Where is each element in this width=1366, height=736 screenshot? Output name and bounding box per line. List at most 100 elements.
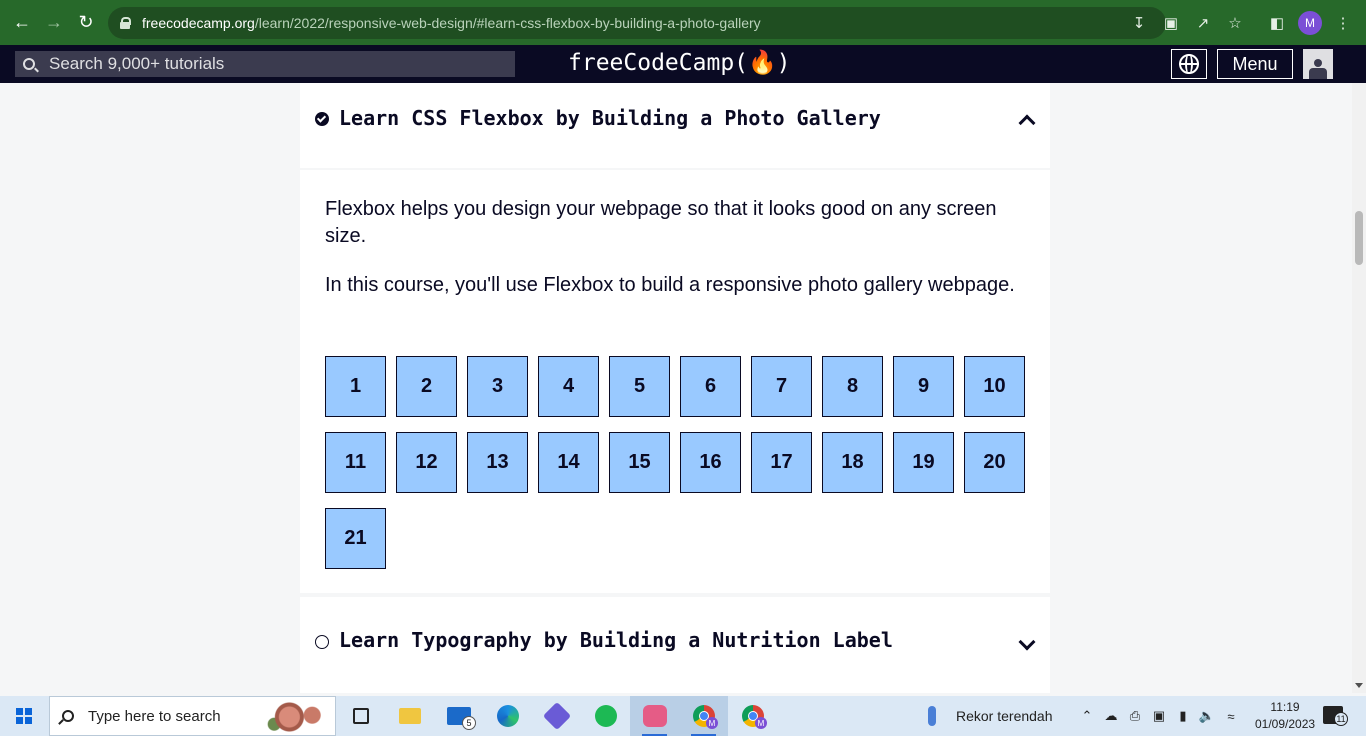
fcc-logo[interactable]: freeCodeCamp(🔥) [568,49,791,76]
globe-icon [1179,54,1199,74]
page-scrollbar[interactable] [1352,83,1366,693]
side-panel-icon[interactable]: ◧ [1266,12,1288,34]
taskbar-search[interactable]: Type here to search [49,696,336,736]
step-button[interactable]: 15 [609,432,670,493]
step-button[interactable]: 8 [822,356,883,417]
address-bar[interactable]: freecodecamp.org/learn/2022/responsive-w… [108,7,1166,39]
completed-check-icon [315,112,329,126]
step-button[interactable]: 12 [396,432,457,493]
course-description-2: In this course, you'll use Flexbox to bu… [325,274,1015,296]
profile-avatar[interactable]: M [1298,11,1322,35]
step-button[interactable]: 7 [751,356,812,417]
course-header-flexbox[interactable]: Learn CSS Flexbox by Building a Photo Ga… [300,83,1050,168]
notification-count: 11 [1334,712,1348,726]
mail-button[interactable]: 5 [434,696,483,736]
windows-logo-icon [16,708,32,724]
translate-icon[interactable]: ▣ [1160,12,1182,34]
language-button[interactable] [1171,49,1207,79]
scroll-down-arrow-icon[interactable] [1355,683,1363,688]
volume-icon[interactable]: 🔈 [1198,707,1216,725]
fcc-navbar: Search 9,000+ tutorials freeCodeCamp(🔥) … [0,45,1366,83]
edge-icon [496,705,519,727]
spotify-button[interactable] [581,696,630,736]
scrollbar-thumb[interactable] [1355,211,1363,265]
step-button[interactable]: 13 [467,432,528,493]
chrome-profile-badge: M [706,717,718,729]
system-tray: ⌃ ☁ ⎙ ▣ ▮ 🔈 ≈ [1078,696,1240,736]
search-icon [23,58,35,70]
taskbar-search-placeholder: Type here to search [88,707,221,725]
incomplete-circle-icon [315,635,329,649]
step-button[interactable]: 14 [538,432,599,493]
bookmark-star-icon[interactable]: ☆ [1224,12,1246,34]
task-view-button[interactable] [336,696,385,736]
chrome-button-1[interactable]: M [679,696,728,736]
lock-icon [120,17,131,29]
mail-badge: 5 [462,716,476,730]
forward-arrow-icon[interactable]: → [38,7,70,39]
step-button[interactable]: 6 [680,356,741,417]
step-button[interactable]: 3 [467,356,528,417]
thermometer-icon [928,706,936,726]
game-app-button[interactable] [630,696,679,736]
step-button[interactable]: 16 [680,432,741,493]
cloud-icon[interactable]: ☁ [1102,707,1120,725]
reload-icon[interactable]: ↻ [70,7,102,39]
game-app-icon [642,705,667,727]
search-placeholder: Search 9,000+ tutorials [49,54,225,73]
url-domain: freecodecamp.org [142,15,255,31]
wifi-icon[interactable]: ≈ [1222,707,1240,725]
usb-icon[interactable]: ⎙ [1126,707,1144,725]
step-button[interactable]: 18 [822,432,883,493]
folder-icon [398,708,421,724]
back-arrow-icon[interactable]: ← [6,7,38,39]
course-header-typography[interactable]: Learn Typography by Building a Nutrition… [300,597,1050,693]
search-highlight-image [259,699,335,735]
user-avatar-button[interactable] [1303,49,1333,79]
cube-app-icon [542,701,571,731]
step-grid: 1 2 3 4 5 6 7 8 9 10 11 12 13 14 15 16 17 18 19 20 21 [325,356,1035,569]
step-button[interactable]: 19 [893,432,954,493]
edge-button[interactable] [483,696,532,736]
url-path: /learn/2022/responsive-web-design/#learn… [254,15,761,31]
step-button[interactable]: 1 [325,356,386,417]
step-button[interactable]: 17 [751,432,812,493]
chevron-down-icon [1018,633,1036,651]
clock-time: 11:19 [1270,700,1300,714]
battery-icon[interactable]: ▮ [1174,707,1192,725]
search-input[interactable]: Search 9,000+ tutorials [15,51,515,77]
main-content: Learn CSS Flexbox by Building a Photo Ga… [0,83,1352,693]
share-icon[interactable]: ↗ [1192,12,1214,34]
chrome-button-2[interactable]: M [728,696,777,736]
step-button[interactable]: 4 [538,356,599,417]
step-button[interactable]: 2 [396,356,457,417]
clock-date: 01/09/2023 [1255,717,1316,731]
menu-button[interactable]: Menu [1217,49,1293,79]
step-button[interactable]: 21 [325,508,386,569]
browser-toolbar: ← → ↻ freecodecamp.org/learn/2022/respon… [0,0,1366,45]
kebab-menu-icon[interactable]: ⋮ [1332,12,1354,34]
spotify-icon [594,705,617,727]
task-view-icon [352,708,369,724]
taskbar-apps: 5 M M [336,696,777,736]
weather-widget[interactable]: Rekor terendah [928,696,1053,736]
download-icon[interactable]: ↧ [1128,12,1150,34]
course-title: Learn CSS Flexbox by Building a Photo Ga… [339,106,881,130]
display-icon[interactable]: ▣ [1150,707,1168,725]
clock[interactable]: 11:19 01/09/2023 [1255,699,1315,733]
course-title: Learn Typography by Building a Nutrition… [339,628,893,652]
step-button[interactable]: 9 [893,356,954,417]
step-button[interactable]: 20 [964,432,1025,493]
chevron-up-icon [1018,114,1036,132]
weather-text: Rekor terendah [956,708,1053,724]
user-icon [1309,59,1327,79]
step-button[interactable]: 5 [609,356,670,417]
step-button[interactable]: 11 [325,432,386,493]
chevron-up-icon[interactable]: ⌃ [1078,707,1096,725]
chrome-profile-badge: M [755,717,767,729]
step-button[interactable]: 10 [964,356,1025,417]
file-explorer-button[interactable] [385,696,434,736]
start-button[interactable] [0,696,48,736]
app-cube-button[interactable] [532,696,581,736]
search-icon [62,710,74,722]
